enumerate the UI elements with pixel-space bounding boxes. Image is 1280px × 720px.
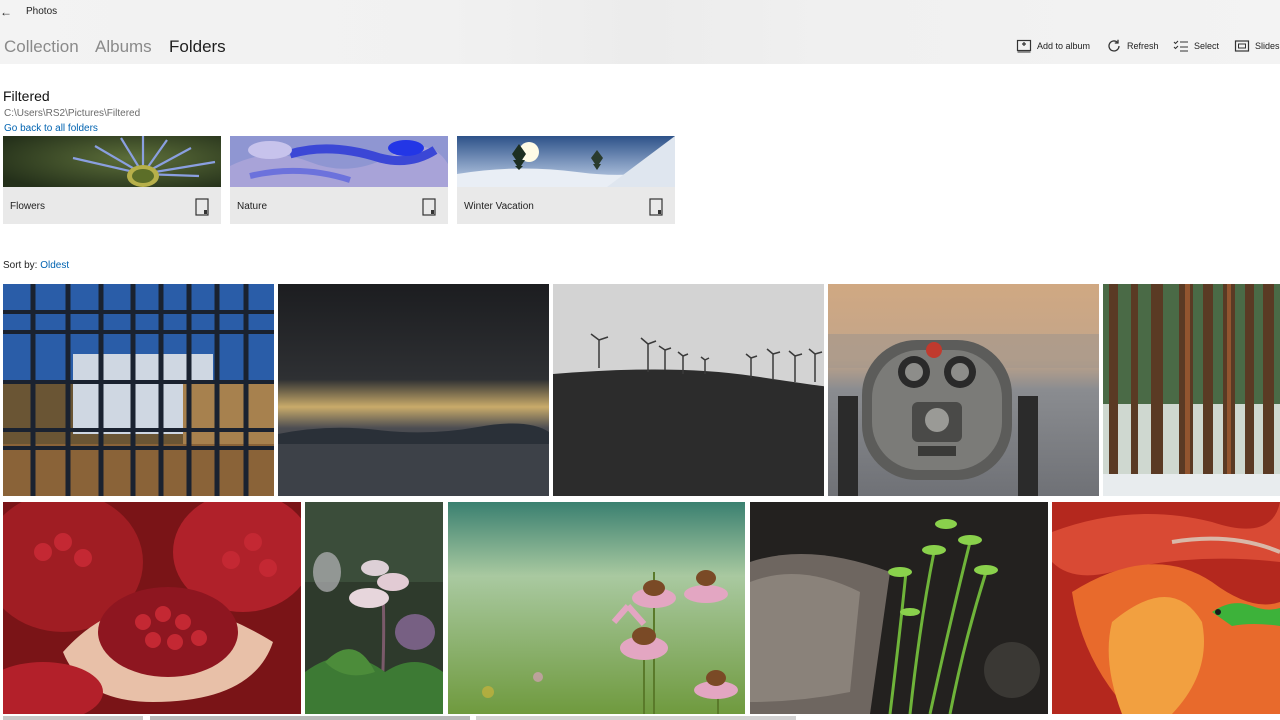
- subfolder-label: Nature: [237, 201, 268, 212]
- subfolder-tile-flowers[interactable]: Flowers: [3, 136, 221, 224]
- select-label: Select: [1194, 41, 1220, 51]
- photo-coin-binoculars[interactable]: [828, 284, 1099, 496]
- photos-app: ← Photos Collection Albums Folders Add t…: [0, 0, 1280, 720]
- add-to-album-label: Add to album: [1037, 41, 1091, 51]
- sort-label: Sort by:: [3, 260, 38, 271]
- photo-forest[interactable]: [1103, 284, 1280, 496]
- photo-coneflowers[interactable]: [448, 502, 745, 714]
- refresh-button[interactable]: Refresh: [1106, 38, 1159, 54]
- back-arrow-icon[interactable]: ←: [0, 3, 16, 21]
- tab-collection[interactable]: Collection: [4, 37, 79, 57]
- slideshow-label: Slidesh: [1255, 41, 1280, 51]
- subfolder-thumbnail: [457, 136, 675, 187]
- sort-control: Sort by: Oldest: [3, 260, 69, 271]
- subfolder-thumbnail: [3, 136, 221, 187]
- subfolder-tile-winter-vacation[interactable]: Winter Vacation: [457, 136, 675, 224]
- subfolder-label: Flowers: [10, 201, 46, 212]
- subfolder-label: Winter Vacation: [464, 201, 534, 212]
- photo-pomegranate[interactable]: [3, 502, 301, 714]
- folder-icon: [649, 198, 663, 216]
- photo-sunset-sea[interactable]: [278, 284, 549, 496]
- tab-folders[interactable]: Folders: [169, 37, 226, 57]
- folder-icon: [195, 198, 209, 216]
- photo-wind-turbines[interactable]: [553, 284, 824, 496]
- add-to-album-button[interactable]: Add to album: [1016, 38, 1090, 54]
- tab-albums[interactable]: Albums: [95, 37, 152, 57]
- folder-title: Filtered: [3, 88, 50, 104]
- app-title: Photos: [26, 6, 58, 17]
- photo-glass-building[interactable]: [3, 284, 274, 496]
- photo-gecko-leaf[interactable]: [1052, 502, 1280, 714]
- slideshow-button[interactable]: Slidesh: [1234, 38, 1280, 54]
- app-header: ← Photos Collection Albums Folders Add t…: [0, 0, 1280, 64]
- subfolder-thumbnail: [230, 136, 448, 187]
- slideshow-icon: [1234, 39, 1250, 53]
- photo-row-peek: [476, 716, 796, 720]
- refresh-icon: [1106, 39, 1122, 53]
- photo-seedlings[interactable]: [750, 502, 1048, 714]
- select-list-icon: [1173, 39, 1189, 53]
- sort-dropdown[interactable]: Oldest: [40, 260, 69, 271]
- refresh-label: Refresh: [1127, 41, 1159, 51]
- subfolder-tile-nature[interactable]: Nature: [230, 136, 448, 224]
- photo-row-peek: [150, 716, 470, 720]
- select-button[interactable]: Select: [1173, 38, 1219, 54]
- back-to-folders-link[interactable]: Go back to all folders: [4, 123, 98, 134]
- folder-icon: [422, 198, 436, 216]
- add-to-album-icon: [1016, 39, 1032, 53]
- photo-row-peek: [3, 716, 143, 720]
- folder-path: C:\Users\RS2\Pictures\Filtered: [4, 108, 141, 119]
- photo-white-flowers[interactable]: [305, 502, 443, 714]
